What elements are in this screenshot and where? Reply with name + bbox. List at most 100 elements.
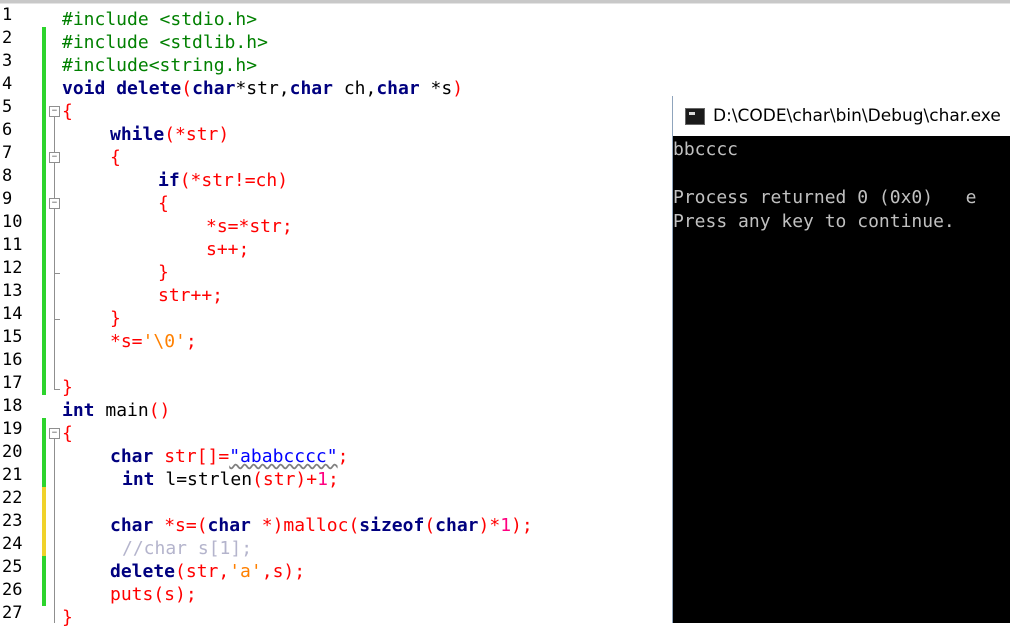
declaration: *s=( <box>153 515 208 536</box>
console-title-bar[interactable]: D:\CODE\char\bin\Debug\char.exe <box>673 96 1010 136</box>
change-marker-saved <box>42 556 46 606</box>
keyword: char <box>110 446 154 467</box>
code-editor[interactable]: #include <stdio.h> #include <stdlib.h> #… <box>62 4 672 628</box>
line-number: 6 <box>2 120 13 140</box>
console-line: Press any key to continue. <box>673 211 955 232</box>
code-line-26: puts(s); <box>110 584 197 605</box>
fold-toggle-icon[interactable]: − <box>49 106 60 117</box>
code-line-18: int main() <box>62 399 170 422</box>
line-number: 7 <box>2 143 13 163</box>
fold-toggle-icon[interactable]: − <box>49 428 60 439</box>
paren: ( <box>181 78 193 99</box>
args: (str, <box>175 561 230 582</box>
code-line-27: } <box>62 607 73 628</box>
preprocessor-include: #include <stdlib.h> <box>62 32 268 53</box>
code-line-12: } <box>158 262 169 283</box>
line-number: 2 <box>2 28 13 48</box>
fold-end-marker <box>54 273 60 274</box>
line-number: 1 <box>2 5 13 25</box>
line-number: 18 <box>2 396 23 416</box>
console-window[interactable]: D:\CODE\char\bin\Debug\char.exe bbcccc P… <box>672 96 1010 623</box>
console-title: D:\CODE\char\bin\Debug\char.exe <box>713 106 1001 126</box>
semicolon: ; <box>327 469 339 490</box>
line-number: 14 <box>2 304 23 324</box>
line-number: 3 <box>2 51 13 71</box>
args: ,s); <box>261 561 306 582</box>
fold-toggle-icon[interactable]: − <box>49 198 60 209</box>
line-number: 15 <box>2 327 23 347</box>
console-output[interactable]: bbcccc Process returned 0 (0x0) e Press … <box>673 136 1010 623</box>
code-line-1: #include <stdio.h> <box>62 8 257 31</box>
code-line-6: while(*str) <box>110 123 229 146</box>
code-line-23: char *s=(char *)malloc(sizeof(char)*1); <box>110 514 533 537</box>
code-line-5: { <box>62 101 73 122</box>
preprocessor-include: #include<string.h> <box>62 55 258 76</box>
args: (str) <box>252 469 307 490</box>
line-number: 11 <box>2 235 23 255</box>
line-number: 23 <box>2 511 23 531</box>
keyword: char <box>207 515 251 536</box>
code-line-13: str++; <box>158 285 224 306</box>
line-number: 22 <box>2 488 23 508</box>
cast: *)malloc( <box>250 515 360 536</box>
change-marker-saved <box>42 119 46 395</box>
keyword: char <box>289 78 333 99</box>
keyword: void <box>62 78 106 99</box>
line-number-gutter: 1 2 3 4 5 6 7 8 9 10 11 12 13 14 15 16 17 18 19 20 21 22 23 24 2… <box>0 4 38 623</box>
keyword: int <box>62 400 95 421</box>
code-line-19: { <box>62 423 73 444</box>
number-literal: 1 <box>317 469 328 490</box>
fold-end-marker <box>54 319 60 320</box>
keyword: if <box>158 170 180 191</box>
paren: ) <box>452 78 464 99</box>
code-line-11: s++; <box>206 239 250 260</box>
fold-line <box>54 439 55 623</box>
condition: (*str!=ch) <box>179 170 289 191</box>
fold-toggle-icon[interactable]: − <box>49 152 60 163</box>
line-number: 24 <box>2 534 23 554</box>
console-app-icon <box>685 108 705 125</box>
line-number: 21 <box>2 465 23 485</box>
semicolon: ); <box>511 515 533 536</box>
keyword: char <box>110 515 154 536</box>
function-name: delete <box>116 78 182 99</box>
line-number: 20 <box>2 442 23 462</box>
line-number: 17 <box>2 373 23 393</box>
code-line-4: void delete(char*str,char ch,char *s) <box>62 77 463 100</box>
param: ch, <box>343 78 377 99</box>
condition: (*str) <box>164 124 230 145</box>
param: *s <box>430 78 453 99</box>
keyword: char <box>435 515 479 536</box>
string-literal: "ababcccc" <box>229 446 338 467</box>
change-marker-saved <box>42 27 46 119</box>
line-number: 10 <box>2 212 23 232</box>
char-literal: 'a' <box>229 561 262 582</box>
code-line-25: delete(str,'a',s); <box>110 560 305 583</box>
param: *str, <box>235 78 290 99</box>
declaration: str[]= <box>153 446 230 467</box>
number-literal: 1 <box>500 515 512 536</box>
code-line-8: if(*str!=ch) <box>158 169 288 192</box>
code-line-15: *s='\0'; <box>110 330 197 353</box>
paren: () <box>148 400 171 421</box>
code-line-7: { <box>110 147 121 168</box>
keyword: char <box>376 78 420 99</box>
keyword: sizeof <box>359 515 425 536</box>
function-call: delete <box>110 561 176 582</box>
line-number: 16 <box>2 350 23 370</box>
code-line-9: { <box>158 193 169 214</box>
code-line-24: //char s[1]; <box>122 538 253 559</box>
operator: + <box>306 469 318 490</box>
line-number: 5 <box>2 97 13 117</box>
line-number: 26 <box>2 580 23 600</box>
operator: )* <box>478 515 501 536</box>
line-number: 13 <box>2 281 23 301</box>
change-marker-unsaved <box>42 487 46 556</box>
code-line-10: *s=*str; <box>206 216 293 237</box>
line-number: 27 <box>2 603 23 623</box>
line-number: 8 <box>2 166 13 186</box>
declaration: l=strlen <box>154 469 253 490</box>
change-marker-saved <box>42 418 46 487</box>
semicolon: ; <box>337 446 349 467</box>
fold-end-marker <box>54 389 60 390</box>
